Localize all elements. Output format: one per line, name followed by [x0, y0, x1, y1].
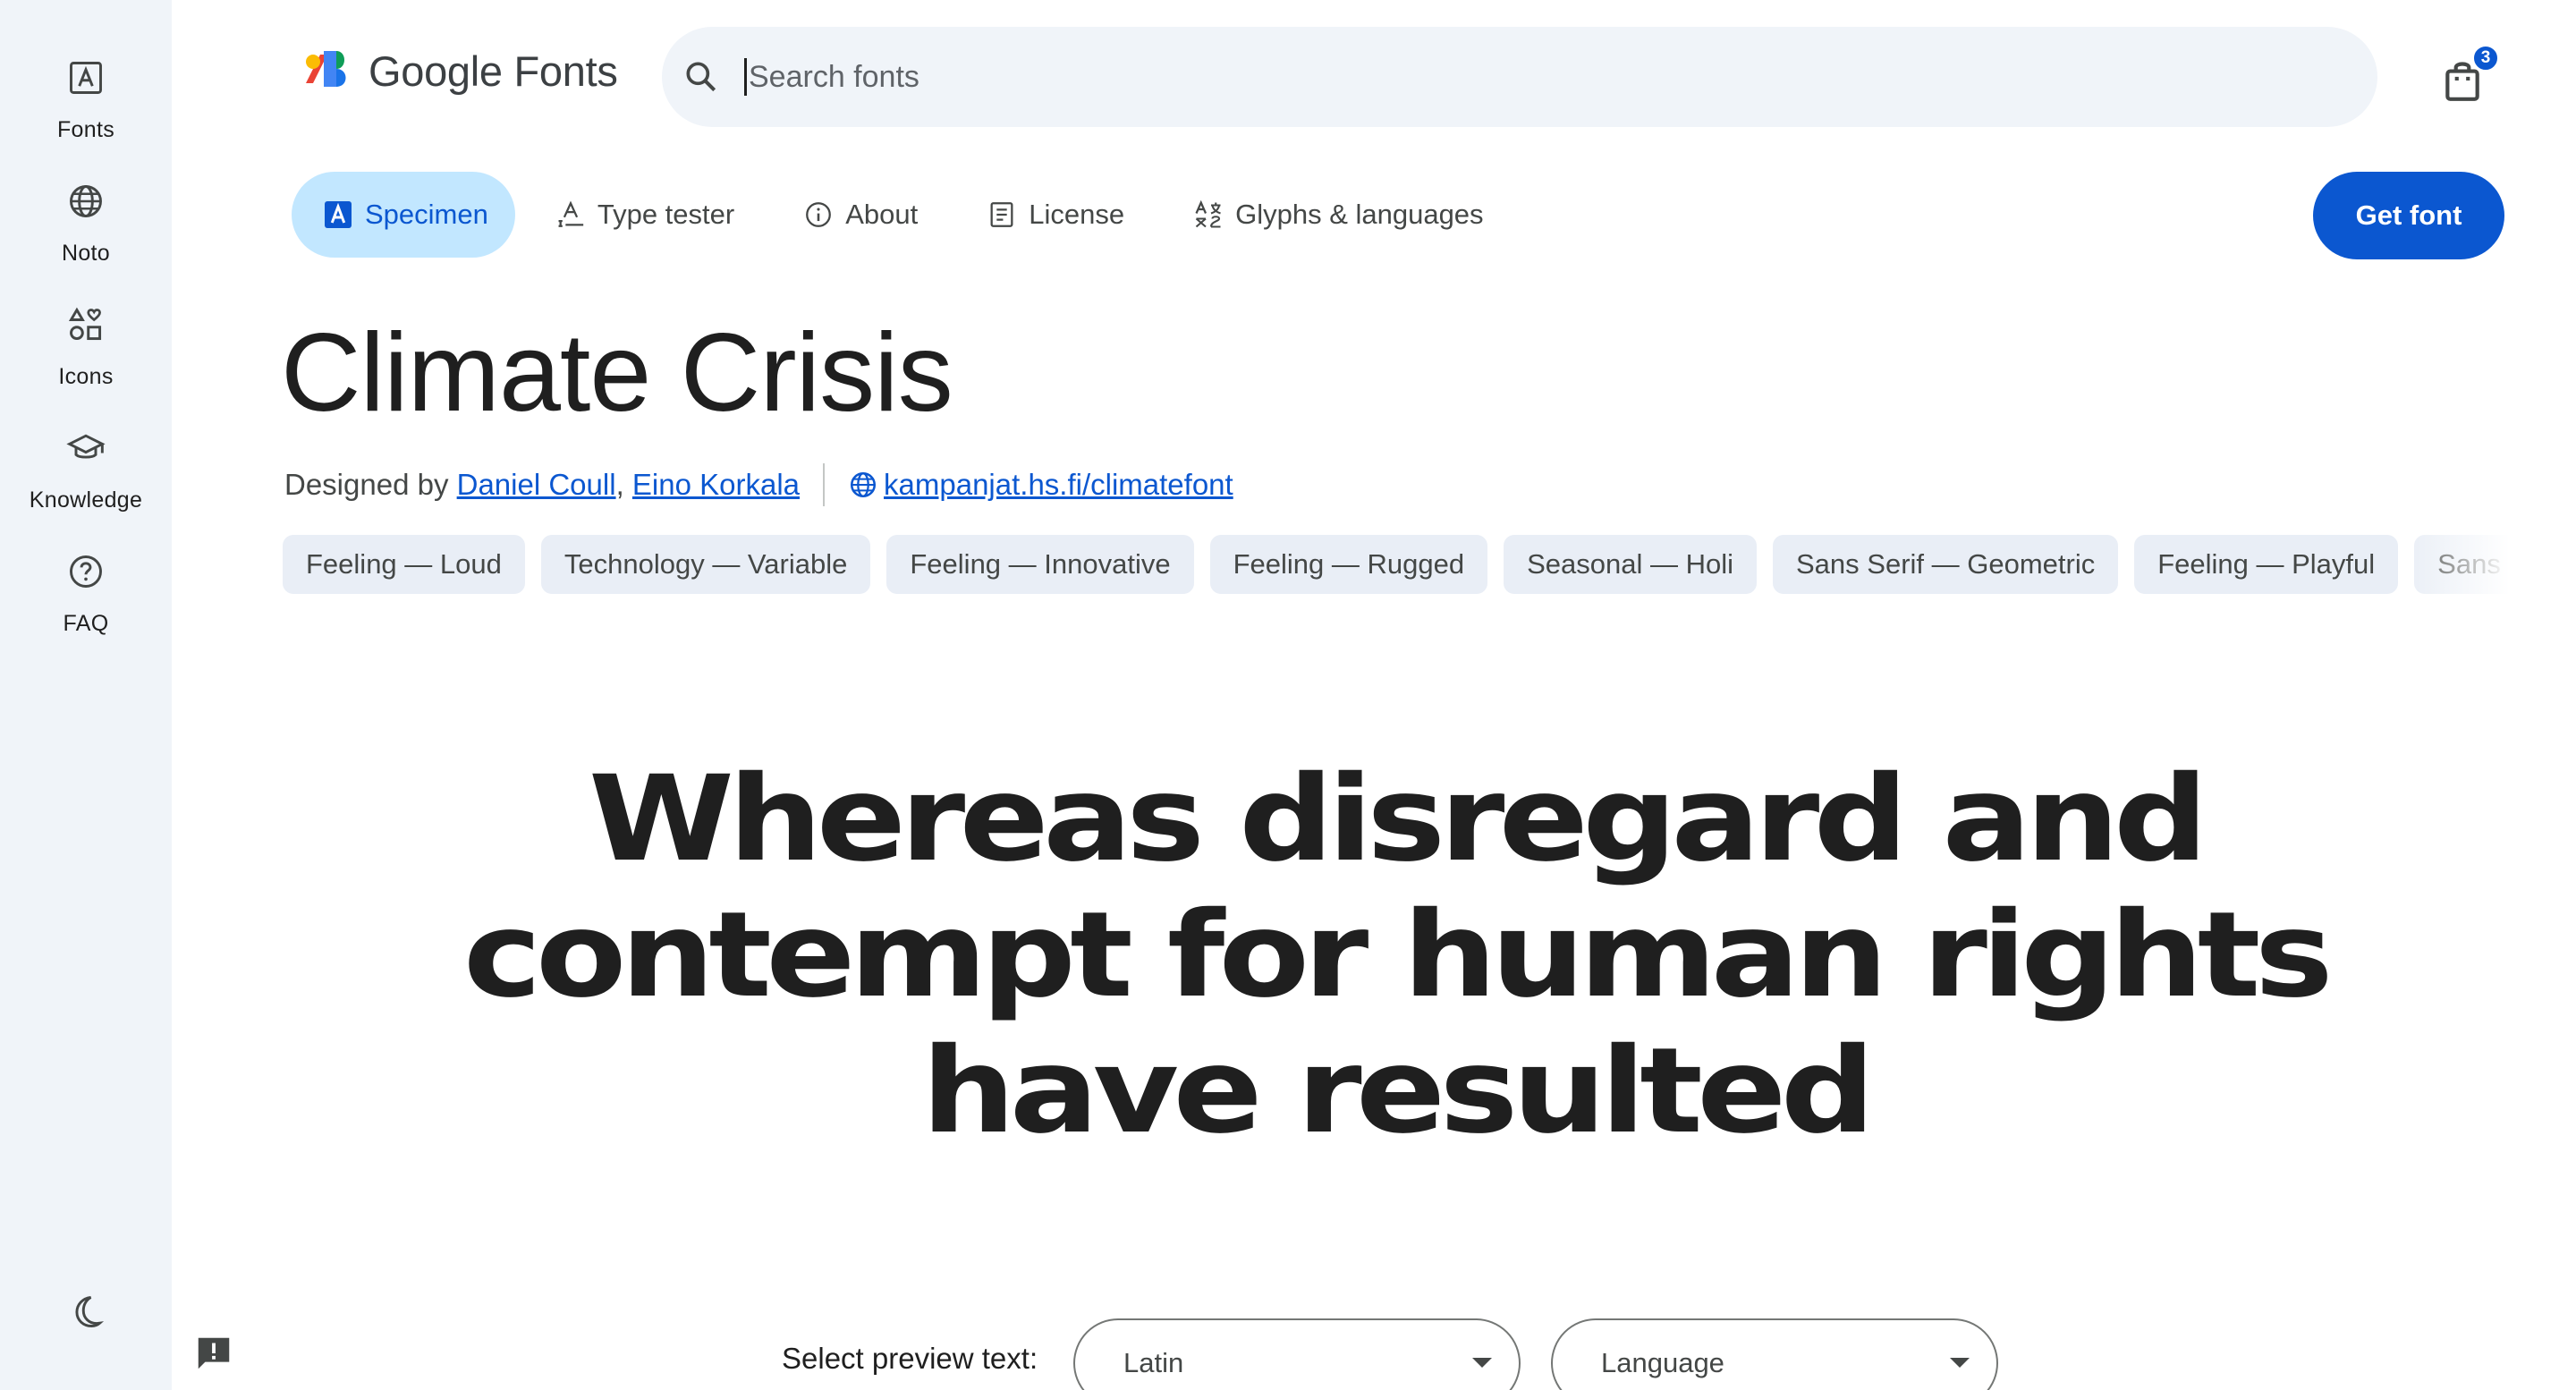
rail-item-label: Knowledge: [29, 487, 143, 513]
fonts-icon: [59, 52, 113, 103]
tab-specimen[interactable]: Specimen: [292, 172, 515, 258]
designer-link-eino-korkala[interactable]: Eino Korkala: [632, 468, 800, 502]
shopping-bag-button[interactable]: 3: [2440, 45, 2503, 106]
tag-chip[interactable]: Feeling — Loud: [283, 535, 525, 594]
tab-label: License: [1029, 199, 1125, 230]
tab-label: Type tester: [597, 199, 735, 230]
tag-chip[interactable]: Seasonal — Holi: [1504, 535, 1757, 594]
tag-chip[interactable]: Feeling — Playful: [2134, 535, 2399, 594]
preview-line: have resulted: [921, 1022, 1875, 1160]
select-preview-label: Select preview text:: [782, 1342, 1038, 1375]
divider: [823, 463, 826, 506]
designers-line: Designed by Daniel Coull , Eino Korkala …: [284, 463, 1233, 506]
shapes-icon: [59, 299, 113, 350]
rail-item-label: Noto: [61, 241, 110, 266]
tag-chip[interactable]: Feeling — Innovative: [886, 535, 1194, 594]
feedback-icon[interactable]: [193, 1333, 234, 1374]
tab-label: About: [845, 199, 919, 230]
designer-website-link[interactable]: kampanjat.hs.fi/climatefont: [884, 468, 1233, 502]
side-rail: Fonts Noto Icons Knowledge FAQ: [0, 0, 172, 1390]
search-input[interactable]: [744, 58, 2265, 96]
school-icon: [59, 422, 113, 473]
help-icon: [59, 546, 113, 597]
tag-chip[interactable]: Feeling — Rugged: [1209, 535, 1488, 594]
tag-chip[interactable]: Sans Serif — Geometric: [1773, 535, 2119, 594]
specimen-icon: [322, 199, 354, 231]
tag-chip[interactable]: Sans Serif — Rounded: [2414, 535, 2510, 594]
tab-glyphs-languages[interactable]: Glyphs & languages: [1164, 172, 1512, 258]
rail-item-fonts[interactable]: Fonts: [0, 27, 172, 143]
dark-mode-icon[interactable]: [59, 1284, 113, 1338]
font-preview-text[interactable]: Whereas disregard and contempt for human…: [133, 751, 2576, 1159]
logo-text: Google Fonts: [369, 47, 618, 95]
glyphs-icon: [1192, 199, 1224, 231]
search-icon: [682, 57, 721, 97]
script-select-value: Latin: [1123, 1347, 1184, 1378]
google-fonts-logo[interactable]: Google Fonts: [302, 47, 618, 96]
page-title: Climate Crisis: [281, 311, 953, 435]
rail-item-knowledge[interactable]: Knowledge: [0, 397, 172, 513]
rail-item-label: Icons: [58, 364, 114, 389]
language-select-value: Language: [1601, 1347, 1724, 1378]
rail-item-faq[interactable]: FAQ: [0, 521, 172, 637]
tab-about[interactable]: About: [774, 172, 946, 258]
get-font-button[interactable]: Get font: [2313, 172, 2504, 259]
google-fonts-logo-icon: [302, 47, 356, 96]
type-tester-icon: [555, 199, 587, 231]
rail-item-noto[interactable]: Noto: [0, 150, 172, 267]
rail-item-label: Fonts: [56, 117, 115, 142]
tab-license[interactable]: License: [957, 172, 1153, 258]
preview-line: contempt for human rights: [462, 886, 2334, 1024]
license-icon: [986, 199, 1018, 231]
dropdown-arrow-icon: [1950, 1358, 1970, 1368]
specimen-tabs: Specimen Type tester About License Glyph…: [292, 172, 1523, 258]
cart-count-badge: 3: [2472, 45, 2499, 72]
dropdown-arrow-icon: [1472, 1358, 1492, 1368]
info-icon: [802, 199, 835, 231]
script-select[interactable]: Latin: [1073, 1318, 1521, 1390]
rail-item-label: FAQ: [63, 611, 109, 636]
designed-by-prefix: Designed by: [284, 468, 457, 501]
tab-type-tester[interactable]: Type tester: [526, 172, 763, 258]
search-bar[interactable]: [662, 27, 2377, 127]
website-globe-icon: [848, 470, 878, 500]
rail-item-icons[interactable]: Icons: [0, 274, 172, 390]
tag-chip[interactable]: Technology — Variable: [540, 535, 871, 594]
preview-line: Whereas disregard and: [588, 750, 2208, 888]
tag-chips: Feeling — Loud Technology — Variable Fee…: [283, 535, 2510, 594]
designer-link-daniel-coull[interactable]: Daniel Coull: [457, 468, 616, 502]
globe-icon: [59, 175, 113, 226]
language-select[interactable]: Language: [1551, 1318, 1998, 1390]
tab-label: Glyphs & languages: [1235, 199, 1484, 230]
designer-separator: ,: [615, 468, 632, 501]
tab-label: Specimen: [365, 199, 488, 230]
